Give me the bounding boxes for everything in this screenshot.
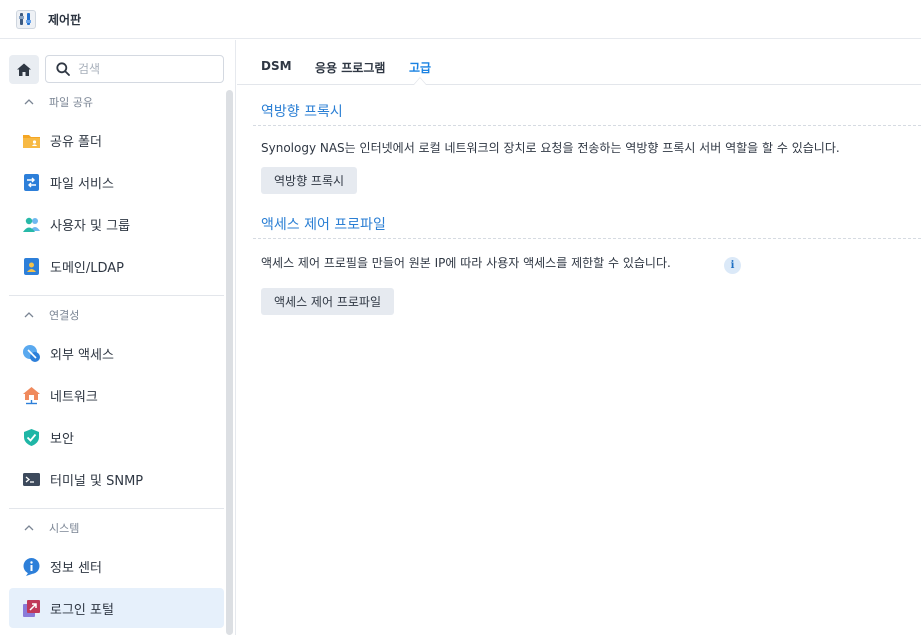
network-icon xyxy=(23,386,40,404)
sidebar-item-label: 도메인/LDAP xyxy=(50,260,125,276)
access-control-title: 액세스 제어 프로파일 xyxy=(261,217,386,233)
sidebar-item-label: 사용자 및 그룹 xyxy=(50,218,131,234)
sidebar-item-label: 파일 서비스 xyxy=(50,176,114,192)
home-button[interactable] xyxy=(9,55,39,84)
info-icon[interactable]: i xyxy=(724,257,741,274)
info-center-icon xyxy=(23,557,40,576)
section-label: 시스템 xyxy=(49,522,80,535)
access-control-description: 액세스 제어 프로필을 만들어 원본 IP에 따라 사용자 액세스를 제한할 수… xyxy=(261,256,671,270)
users-groups-icon xyxy=(23,217,40,232)
shared-folder-icon xyxy=(23,134,40,148)
sidebar-scrollbar[interactable] xyxy=(226,90,233,635)
section-header-connectivity[interactable]: 연결성 xyxy=(24,305,79,325)
reverse-proxy-title: 역방향 프록시 xyxy=(261,104,343,120)
sidebar-item-label: 외부 액세스 xyxy=(50,347,114,363)
tab-bar: DSM 응용 프로그램 고급 xyxy=(237,40,921,85)
search-icon xyxy=(56,62,70,76)
sidebar-item-security[interactable]: 보안 xyxy=(9,417,224,457)
external-access-icon xyxy=(23,344,40,362)
file-services-icon xyxy=(24,173,39,191)
sidebar-item-label: 로그인 포털 xyxy=(50,602,114,618)
tab-applications[interactable]: 응용 프로그램 xyxy=(315,59,385,76)
sidebar: 파일 공유 공유 폴더 파일 서비스 사용자 및 그룹 xyxy=(0,40,236,635)
active-tab-indicator xyxy=(413,77,427,85)
section-header-system[interactable]: 시스템 xyxy=(24,518,79,538)
reverse-proxy-description: Synology NAS는 인터넷에서 로컬 네트워크의 장치로 요청을 전송하… xyxy=(261,141,840,155)
section-header-file-sharing[interactable]: 파일 공유 xyxy=(24,92,93,112)
chevron-up-icon xyxy=(24,312,34,318)
sidebar-divider xyxy=(9,295,224,296)
control-panel-icon xyxy=(14,7,38,31)
domain-ldap-icon xyxy=(24,257,39,275)
sidebar-item-info-center[interactable]: 정보 센터 xyxy=(9,546,224,586)
section-divider xyxy=(253,125,921,126)
search-input[interactable] xyxy=(78,62,218,76)
tab-advanced[interactable]: 고급 xyxy=(409,59,431,76)
sidebar-item-terminal-snmp[interactable]: 터미널 및 SNMP xyxy=(9,459,224,499)
sidebar-item-label: 네트워크 xyxy=(50,389,98,405)
security-shield-icon xyxy=(24,428,39,446)
login-portal-icon xyxy=(23,599,40,617)
window-title: 제어판 xyxy=(48,12,82,27)
reverse-proxy-button[interactable]: 역방향 프록시 xyxy=(261,167,358,194)
section-label: 파일 공유 xyxy=(49,96,93,109)
sidebar-item-users-groups[interactable]: 사용자 및 그룹 xyxy=(9,204,224,244)
sidebar-item-domain-ldap[interactable]: 도메인/LDAP xyxy=(9,246,224,286)
sidebar-item-label: 보안 xyxy=(50,431,74,447)
sidebar-item-label: 정보 센터 xyxy=(50,560,102,576)
title-bar: 제어판 xyxy=(0,0,921,39)
chevron-up-icon xyxy=(24,99,34,105)
sidebar-item-label: 공유 폴더 xyxy=(50,134,102,150)
sidebar-item-label: 터미널 및 SNMP xyxy=(50,473,144,489)
sidebar-item-network[interactable]: 네트워크 xyxy=(9,375,224,415)
chevron-up-icon xyxy=(24,525,34,531)
search-box[interactable] xyxy=(45,55,224,83)
sidebar-item-login-portal[interactable]: 로그인 포털 xyxy=(9,588,224,628)
section-label: 연결성 xyxy=(49,309,80,322)
sidebar-item-shared-folder[interactable]: 공유 폴더 xyxy=(9,120,224,160)
access-control-profile-button[interactable]: 액세스 제어 프로파일 xyxy=(261,288,394,315)
home-icon xyxy=(17,63,31,76)
sidebar-divider xyxy=(9,508,224,509)
sidebar-item-external-access[interactable]: 외부 액세스 xyxy=(9,333,224,373)
main-content: DSM 응용 프로그램 고급 역방향 프록시 Synology NAS는 인터넷… xyxy=(237,40,921,635)
tab-dsm[interactable]: DSM xyxy=(261,59,292,73)
section-divider xyxy=(253,238,921,239)
sidebar-item-file-services[interactable]: 파일 서비스 xyxy=(9,162,224,202)
terminal-icon xyxy=(23,472,40,486)
